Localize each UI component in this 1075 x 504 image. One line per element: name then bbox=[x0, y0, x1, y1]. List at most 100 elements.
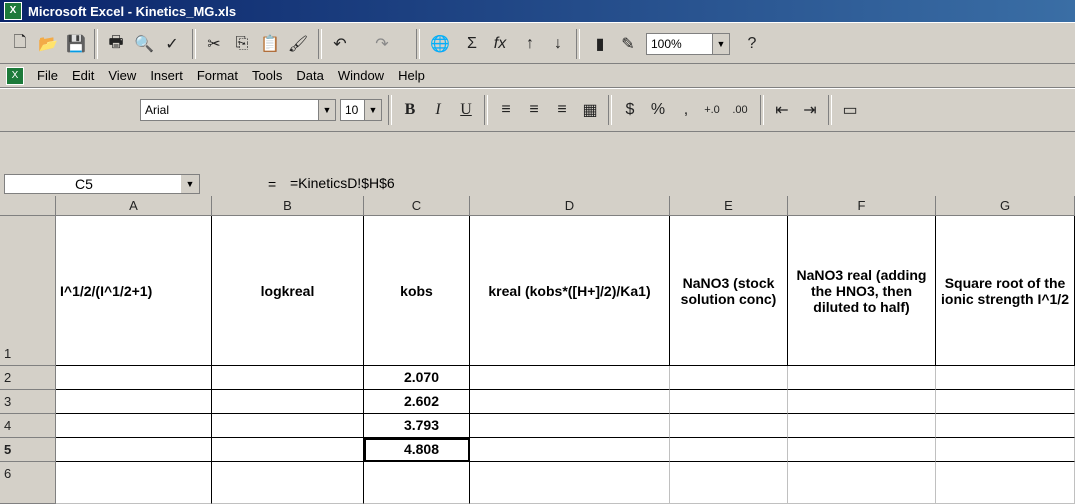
menu-format[interactable]: Format bbox=[190, 68, 245, 83]
align-center-icon[interactable]: ≡ bbox=[522, 97, 546, 123]
redo-icon[interactable]: ↷ bbox=[370, 31, 394, 57]
copy-icon[interactable]: ⎘ bbox=[230, 31, 254, 57]
chart-wizard-icon[interactable]: ▮ bbox=[588, 31, 612, 57]
cell-f1[interactable]: NaNO3 real (adding the HNO3, then dilute… bbox=[788, 216, 936, 366]
cell-g3[interactable] bbox=[936, 390, 1075, 414]
borders-icon[interactable]: ▭ bbox=[838, 97, 862, 123]
col-header-c[interactable]: C bbox=[364, 196, 470, 216]
italic-button[interactable]: I bbox=[426, 97, 450, 123]
row-header-1[interactable]: 1 bbox=[0, 216, 56, 366]
open-icon[interactable]: 📂 bbox=[36, 31, 60, 57]
cell-g6[interactable] bbox=[936, 462, 1075, 504]
zoom-combo[interactable]: 100% ▼ bbox=[646, 33, 730, 55]
cell-b4[interactable] bbox=[212, 414, 364, 438]
drawing-icon[interactable]: ✎ bbox=[616, 31, 640, 57]
comma-style-icon[interactable]: , bbox=[674, 97, 698, 123]
row-header-6[interactable]: 6 bbox=[0, 462, 56, 504]
cell-c2[interactable]: 2.070 bbox=[364, 366, 470, 390]
print-preview-icon[interactable]: 🔍 bbox=[132, 31, 156, 57]
cell-e5[interactable] bbox=[670, 438, 788, 462]
cell-g1[interactable]: Square root of the ionic strength I^1/2 bbox=[936, 216, 1075, 366]
cell-f5[interactable] bbox=[788, 438, 936, 462]
cell-a6[interactable] bbox=[56, 462, 212, 504]
menu-edit[interactable]: Edit bbox=[65, 68, 101, 83]
hyperlink-icon[interactable]: 🌐 bbox=[428, 31, 452, 57]
align-right-icon[interactable]: ≡ bbox=[550, 97, 574, 123]
cell-a3[interactable] bbox=[56, 390, 212, 414]
row-header-4[interactable]: 4 bbox=[0, 414, 56, 438]
cell-d2[interactable] bbox=[470, 366, 670, 390]
sort-ascending-icon[interactable]: ↑ bbox=[518, 31, 542, 57]
equals-icon[interactable]: = bbox=[268, 176, 276, 192]
paste-icon[interactable]: 📋 bbox=[258, 31, 282, 57]
cell-g5[interactable] bbox=[936, 438, 1075, 462]
sort-descending-icon[interactable]: ↓ bbox=[546, 31, 570, 57]
cell-c3[interactable]: 2.602 bbox=[364, 390, 470, 414]
cell-f6[interactable] bbox=[788, 462, 936, 504]
cell-g4[interactable] bbox=[936, 414, 1075, 438]
cell-d6[interactable] bbox=[470, 462, 670, 504]
cell-c1[interactable]: kobs bbox=[364, 216, 470, 366]
cell-e1[interactable]: NaNO3 (stock solution conc) bbox=[670, 216, 788, 366]
format-painter-icon[interactable]: 🖌 bbox=[286, 31, 310, 57]
cell-b5[interactable] bbox=[212, 438, 364, 462]
decrease-decimal-icon[interactable]: .00 bbox=[728, 97, 752, 123]
print-icon[interactable]: 🖶 bbox=[104, 31, 128, 57]
menu-tools[interactable]: Tools bbox=[245, 68, 289, 83]
cell-f3[interactable] bbox=[788, 390, 936, 414]
cell-a5[interactable] bbox=[56, 438, 212, 462]
cell-b3[interactable] bbox=[212, 390, 364, 414]
cell-e6[interactable] bbox=[670, 462, 788, 504]
cell-b2[interactable] bbox=[212, 366, 364, 390]
cell-d4[interactable] bbox=[470, 414, 670, 438]
new-icon[interactable]: 🗋 bbox=[8, 31, 32, 57]
col-header-d[interactable]: D bbox=[470, 196, 670, 216]
autosum-icon[interactable]: Σ bbox=[460, 31, 484, 57]
percent-icon[interactable]: % bbox=[646, 97, 670, 123]
cell-c5[interactable]: 4.808 bbox=[364, 438, 470, 462]
office-assistant-icon[interactable]: ? bbox=[740, 31, 764, 57]
cell-e3[interactable] bbox=[670, 390, 788, 414]
cell-g2[interactable] bbox=[936, 366, 1075, 390]
save-icon[interactable]: 💾 bbox=[64, 31, 88, 57]
merge-center-icon[interactable]: ▦ bbox=[578, 97, 602, 123]
row-header-3[interactable]: 3 bbox=[0, 390, 56, 414]
col-header-e[interactable]: E bbox=[670, 196, 788, 216]
col-header-g[interactable]: G bbox=[936, 196, 1075, 216]
menu-window[interactable]: Window bbox=[331, 68, 391, 83]
menu-data[interactable]: Data bbox=[289, 68, 330, 83]
menu-help[interactable]: Help bbox=[391, 68, 432, 83]
chevron-down-icon[interactable]: ▼ bbox=[318, 100, 335, 120]
menu-insert[interactable]: Insert bbox=[143, 68, 190, 83]
cell-c4[interactable]: 3.793 bbox=[364, 414, 470, 438]
chevron-down-icon[interactable]: ▼ bbox=[712, 34, 729, 54]
cell-d3[interactable] bbox=[470, 390, 670, 414]
cell-f4[interactable] bbox=[788, 414, 936, 438]
cell-c6[interactable] bbox=[364, 462, 470, 504]
formula-input[interactable]: =KineticsD!$H$6 bbox=[290, 174, 395, 194]
cell-d5[interactable] bbox=[470, 438, 670, 462]
align-left-icon[interactable]: ≡ bbox=[494, 97, 518, 123]
row-header-5[interactable]: 5 bbox=[0, 438, 56, 462]
cut-icon[interactable]: ✂ bbox=[202, 31, 226, 57]
col-header-f[interactable]: F bbox=[788, 196, 936, 216]
cell-a1[interactable]: I^1/2/(I^1/2+1) bbox=[56, 216, 212, 366]
function-icon[interactable]: fx bbox=[488, 31, 512, 57]
cell-b1[interactable]: logkreal bbox=[212, 216, 364, 366]
cell-f2[interactable] bbox=[788, 366, 936, 390]
col-header-a[interactable]: A bbox=[56, 196, 212, 216]
decrease-indent-icon[interactable]: ⇤ bbox=[770, 97, 794, 123]
chevron-down-icon[interactable]: ▼ bbox=[364, 100, 381, 120]
name-box[interactable]: C5 ▼ bbox=[4, 174, 200, 194]
menu-file[interactable]: File bbox=[30, 68, 65, 83]
col-header-b[interactable]: B bbox=[212, 196, 364, 216]
cell-d1[interactable]: kreal (kobs*([H+]/2)/Ka1) bbox=[470, 216, 670, 366]
menu-view[interactable]: View bbox=[101, 68, 143, 83]
currency-icon[interactable]: $ bbox=[618, 97, 642, 123]
row-header-2[interactable]: 2 bbox=[0, 366, 56, 390]
cell-a2[interactable] bbox=[56, 366, 212, 390]
cell-e2[interactable] bbox=[670, 366, 788, 390]
bold-button[interactable]: B bbox=[398, 97, 422, 123]
underline-button[interactable]: U bbox=[454, 97, 478, 123]
font-size-combo[interactable]: 10 ▼ bbox=[340, 99, 382, 121]
